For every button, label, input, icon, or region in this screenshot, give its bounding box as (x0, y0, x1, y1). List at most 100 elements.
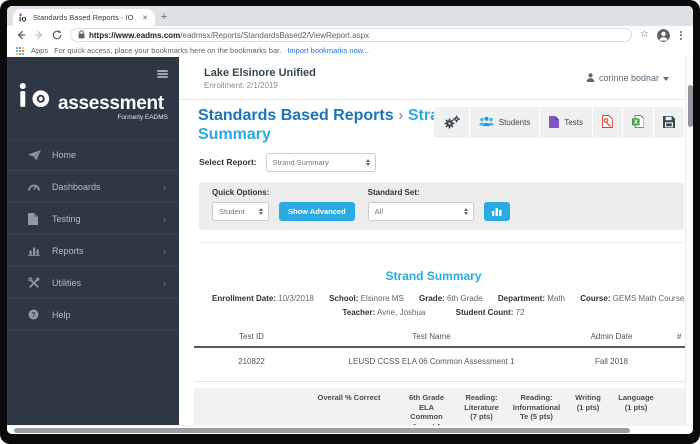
horizontal-scrollbar[interactable] (7, 425, 693, 434)
col-admin-date: Admin Date (590, 331, 633, 341)
bookmarks-bar: Apps For quick access, place your bookma… (7, 44, 693, 57)
tests-table-header: Test ID Test Name Admin Date # (194, 332, 693, 348)
browser-menu-icon[interactable] (678, 30, 684, 40)
main-area: Lake Elsinore Unified Enrollment: 2/1/20… (179, 57, 693, 425)
horizontal-scrollbar-thumb[interactable] (14, 427, 630, 433)
tab-strip: io Standards Based Reports - IO ✕ + (7, 6, 693, 26)
select-report-dropdown[interactable]: Strand Summary (265, 152, 376, 172)
sidebar-item-help[interactable]: ? Help (7, 299, 179, 331)
address-input[interactable]: https://www.eadms.com/eadmsx/Reports/Sta… (70, 28, 633, 42)
col-writing: Writing (1 pts) (575, 392, 601, 412)
sidebar-item-home[interactable]: Home (7, 139, 179, 171)
app-area: assessment Formerly EADMS Home Dashboard… (7, 57, 693, 425)
chart-icon (491, 207, 502, 216)
select-arrows-icon (463, 207, 468, 215)
sidebar-item-utilities[interactable]: Utilities › (7, 267, 179, 299)
col-test-name: Test Name (412, 331, 451, 341)
import-bookmarks-link[interactable]: Import bookmarks now... (287, 46, 369, 55)
report-meta-line1: Enrollment Date: 10/3/2018 School: Elsin… (212, 293, 691, 303)
sidebar-item-label: Help (52, 309, 71, 320)
user-menu[interactable]: corinne bodnar (586, 72, 669, 84)
standard-set-group: Standard Set: All (367, 187, 510, 221)
browser-tab[interactable]: io Standards Based Reports - IO ✕ (13, 9, 155, 26)
page-title: Standards Based Reports › Strand Summary (198, 107, 470, 145)
browser-window: io Standards Based Reports - IO ✕ + http… (0, 0, 700, 444)
chevron-right-icon: › (163, 213, 166, 224)
user-icon (586, 72, 595, 84)
excel-export-icon: X (632, 115, 645, 130)
save-icon (663, 115, 675, 130)
profile-avatar-icon[interactable] (657, 28, 670, 42)
apps-grid-icon[interactable] (16, 46, 24, 55)
quick-options-group: Quick Options: Student Show Advanced (212, 188, 355, 221)
tests-button[interactable]: Tests (539, 107, 592, 138)
sidebar-nav: Home Dashboards › Testing › Reports › Ut… (7, 139, 179, 331)
chart-view-button[interactable] (483, 201, 510, 221)
settings-button[interactable] (434, 107, 469, 138)
quick-option-dropdown[interactable]: Student (212, 201, 269, 221)
reload-icon[interactable] (52, 30, 62, 40)
standard-set-label: Standard Set: (367, 187, 420, 197)
vertical-scrollbar-thumb[interactable] (687, 85, 693, 127)
export-pdf-button[interactable] (592, 107, 622, 138)
show-advanced-button[interactable]: Show Advanced (279, 201, 355, 221)
quick-option-value: Student (219, 206, 245, 216)
table-row[interactable]: 210822 LEUSD CCSS ELA 06 Common Assessme… (194, 348, 693, 382)
students-button[interactable]: Students (468, 107, 540, 138)
select-report-value: Strand Summary (272, 157, 329, 167)
cell-test-name: LEUSD CCSS ELA 06 Common Assessment 1 (348, 356, 515, 366)
vertical-scrollbar[interactable] (685, 57, 693, 425)
pdf-export-icon (602, 115, 613, 130)
save-report-button[interactable] (653, 107, 684, 138)
io-logo-icon (19, 82, 55, 112)
sidebar-item-label: Home (52, 150, 77, 160)
enrollment-date: Enrollment: 2/1/2019 (204, 80, 278, 90)
strands-table-header: Overall % Correct 6th Grade ELA Common A… (194, 387, 693, 425)
paper-plane-icon (28, 149, 43, 161)
standard-set-dropdown[interactable]: All (367, 201, 474, 221)
export-excel-button[interactable]: X (622, 107, 653, 138)
report-toolbar: Students Tests X (433, 107, 684, 138)
col-language: Language (1 pts) (618, 392, 654, 412)
sidebar-item-reports[interactable]: Reports › (7, 235, 179, 267)
report-meta-line2: Teacher: Avne, Joshua Student Count: 72 (342, 307, 525, 317)
question-icon: ? (28, 309, 43, 320)
sidebar-toggle-icon[interactable] (157, 70, 168, 80)
standard-set-value: All (374, 206, 383, 216)
url-bar: https://www.eadms.com/eadmsx/Reports/Sta… (7, 26, 693, 44)
site-favicon-icon: io (19, 12, 29, 23)
app-header: Lake Elsinore Unified Enrollment: 2/1/20… (179, 57, 693, 100)
quick-options-label: Quick Options: (212, 187, 270, 197)
logo-word: assessment (58, 92, 164, 114)
chevron-right-icon: › (163, 277, 166, 288)
bar-chart-icon (28, 245, 43, 256)
apps-label[interactable]: Apps (31, 46, 48, 55)
sidebar-item-label: Reports (52, 245, 84, 256)
quick-options-panel: Quick Options: Student Show Advanced Sta… (199, 181, 684, 230)
sidebar-item-testing[interactable]: Testing › (7, 203, 179, 235)
students-label: Students (498, 118, 531, 127)
app-logo: assessment (19, 82, 179, 114)
tests-icon (549, 115, 560, 130)
district-block: Lake Elsinore Unified Enrollment: 2/1/20… (204, 67, 316, 90)
col-common-assmt: 6th Grade ELA Common Assmt 1 (14 (408, 392, 444, 425)
url-text: https://www.eadms.com/eadmsx/Reports/Sta… (89, 30, 370, 40)
window: io Standards Based Reports - IO ✕ + http… (7, 6, 693, 434)
tab-close-icon[interactable]: ✕ (141, 14, 149, 22)
svg-text:X: X (634, 119, 639, 126)
sidebar-item-dashboards[interactable]: Dashboards › (7, 171, 179, 203)
bookmark-star-icon[interactable]: ☆ (640, 30, 649, 40)
cell-admin-date: Fall 2018 (595, 356, 628, 366)
tests-table: Test ID Test Name Admin Date # 210822 LE… (194, 332, 693, 382)
chevron-down-icon (663, 76, 669, 81)
chevron-right-icon: › (163, 181, 166, 192)
tab-title: Standards Based Reports - IO (33, 13, 134, 22)
col-empty (194, 393, 299, 425)
forward-icon[interactable] (34, 30, 44, 40)
new-tab-button[interactable]: + (155, 9, 173, 25)
select-arrows-icon (365, 158, 370, 166)
section-divider (199, 241, 684, 243)
sidebar: assessment Formerly EADMS Home Dashboard… (7, 57, 179, 425)
back-icon[interactable] (16, 30, 26, 40)
col-reading-literature: Reading: Literature (7 pts) (464, 392, 499, 422)
